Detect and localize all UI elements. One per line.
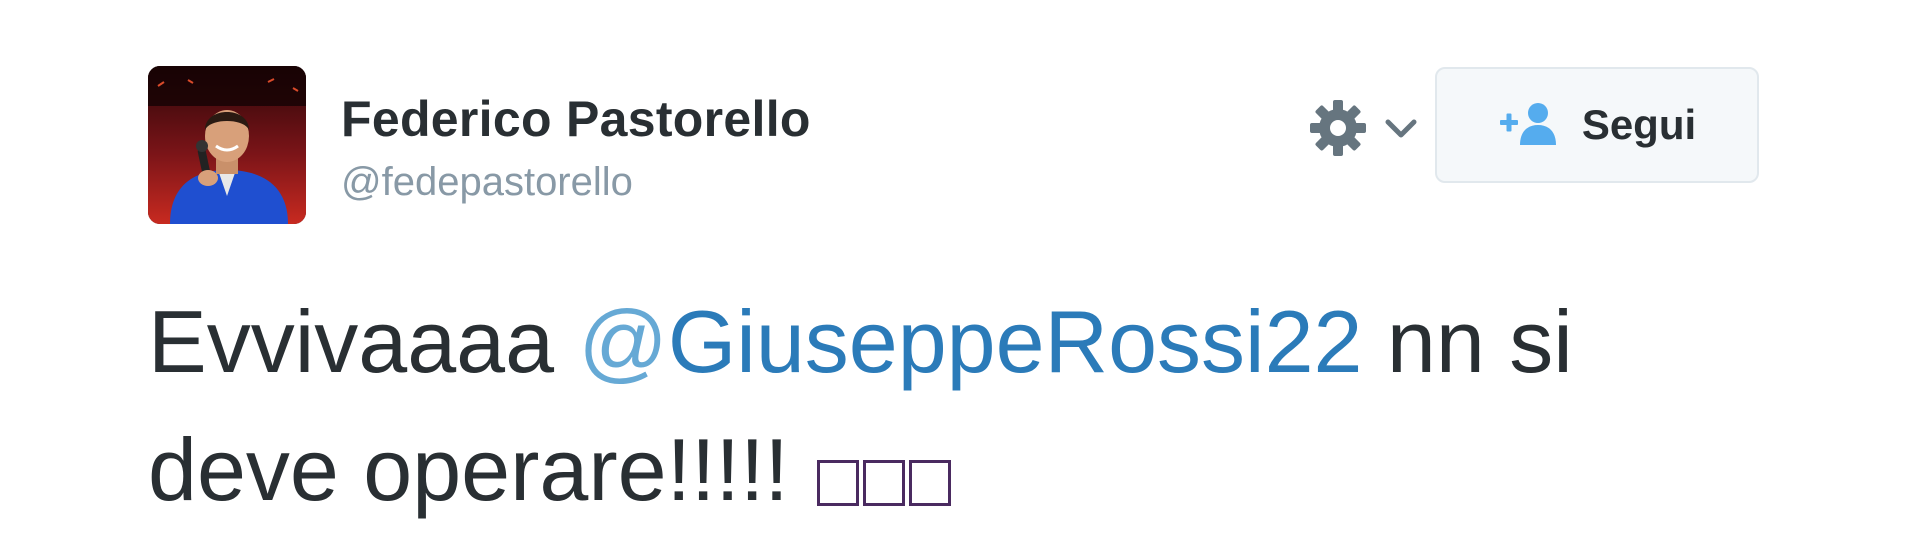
user-handle[interactable]: @fedepastorello xyxy=(341,160,633,205)
follow-button-label: Segui xyxy=(1581,101,1697,148)
follow-button[interactable]: Segui xyxy=(1435,67,1759,183)
user-display-name[interactable]: Federico Pastorello xyxy=(341,90,811,148)
missing-emoji-glyph xyxy=(817,460,860,506)
tweet-text-before: Evvivaaaa xyxy=(148,292,579,391)
avatar-image xyxy=(148,66,306,224)
gear-icon xyxy=(1306,96,1370,165)
tweet-text: Evvivaaaa @GiuseppeRossi22 nn si deve op… xyxy=(148,278,1768,534)
mention-link[interactable]: @GiuseppeRossi22 xyxy=(578,292,1362,391)
avatar[interactable] xyxy=(148,66,306,224)
more-options-menu[interactable] xyxy=(1306,98,1420,162)
mention-username: GiuseppeRossi22 xyxy=(667,292,1363,391)
missing-emoji-glyph xyxy=(909,460,952,506)
chevron-down-icon xyxy=(1384,116,1418,145)
mention-at: @ xyxy=(578,292,668,391)
missing-emoji-glyph xyxy=(863,460,906,506)
add-user-icon xyxy=(1498,101,1560,150)
tweet-card: Federico Pastorello @fedepastorello Segu… xyxy=(0,0,1920,536)
